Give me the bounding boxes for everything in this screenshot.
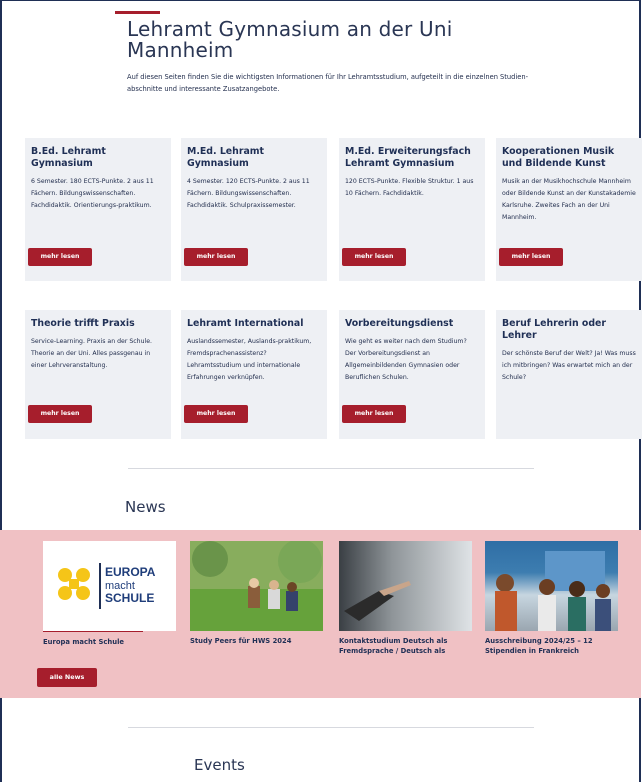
card-text: 6 Semester. 180 ECTS-Punkte. 2 aus 11 Fä… — [31, 178, 154, 209]
card-title: Theorie trifft Praxis — [31, 318, 135, 329]
news-caption[interactable]: Europa macht Schule — [43, 637, 176, 647]
news-item[interactable]: Kontaktstudium Deutsch als Fremdsprache … — [339, 541, 472, 656]
star-logo-icon — [58, 568, 90, 600]
card-kooperationen: Kooperationen Musik und Bildende Kunst M… — [496, 138, 642, 281]
card-text: Service-Learning. Praxis an der Schule. … — [31, 338, 153, 369]
news-item[interactable]: EUROPA macht SCHULE Europa macht Schule — [43, 541, 176, 647]
card-vorbereitungsdienst: Vorbereitungsdienst Wie geht es weiter n… — [339, 310, 485, 439]
card-title: M.Ed. Lehramt Gymnasium — [187, 146, 265, 169]
section-divider — [128, 468, 534, 469]
card-text: Der schönste Beruf der Welt? Ja! Was mus… — [502, 350, 636, 381]
all-news-button[interactable]: alle News — [37, 668, 97, 687]
news-item[interactable]: Ausschreibung 2024/25 – 12 Stipendien in… — [485, 541, 618, 656]
card-text: 4 Semester. 120 ECTS-Punkte. 2 aus 11 Fä… — [187, 178, 310, 209]
card-text: 120 ECTS-Punkte. Flexible Struktur. 1 au… — [345, 178, 474, 197]
ausschreibung-photo[interactable] — [485, 541, 618, 631]
svg-text:EUROPA: EUROPA — [105, 565, 156, 579]
card-med-lehramt: M.Ed. Lehramt Gymnasium 4 Semester. 120 … — [181, 138, 327, 281]
card-title: Beruf Lehrerin oder Lehrer — [502, 318, 607, 341]
card-title: Kooperationen Musik und Bildende Kunst — [502, 146, 615, 169]
card-med-erweiterungsfach: M.Ed. Erweiterungsfach Lehramt Gymnasium… — [339, 138, 485, 281]
card-title: Vorbereitungsdienst — [345, 318, 454, 329]
mehr-lesen-button[interactable]: mehr lesen — [184, 248, 248, 266]
news-heading: News — [125, 498, 166, 516]
section-divider — [128, 727, 534, 728]
card-lehramt-international: Lehramt International Auslandssemester, … — [181, 310, 327, 439]
news-caption[interactable]: Study Peers für HWS 2024 — [190, 636, 323, 646]
page-title: Lehramt Gymnasium an der Uni Mannheim — [127, 17, 453, 62]
events-heading: Events — [194, 756, 245, 774]
card-beruf-lehrer: Beruf Lehrerin oder Lehrer Der schönste … — [496, 310, 642, 439]
card-bed-lehramt: B.Ed. Lehramt Gymnasium 6 Semester. 180 … — [25, 138, 171, 281]
news-caption[interactable]: Kontaktstudium Deutsch als Fremdsprache … — [339, 636, 472, 656]
mehr-lesen-button[interactable]: mehr lesen — [342, 405, 406, 423]
title-accent-bar — [115, 11, 160, 14]
svg-text:SCHULE: SCHULE — [105, 591, 154, 605]
news-item[interactable]: Study Peers für HWS 2024 — [190, 541, 323, 646]
card-theorie-praxis: Theorie trifft Praxis Service-Learning. … — [25, 310, 171, 439]
card-title: M.Ed. Erweiterungsfach Lehramt Gymnasium — [345, 146, 471, 169]
mehr-lesen-button[interactable]: mehr lesen — [342, 248, 406, 266]
card-title: B.Ed. Lehramt Gymnasium — [31, 146, 106, 169]
study-peers-photo[interactable] — [190, 541, 323, 631]
card-text: Wie geht es weiter nach dem Studium? Der… — [345, 338, 467, 381]
mehr-lesen-button[interactable]: mehr lesen — [499, 248, 563, 266]
europa-macht-schule-logo[interactable]: EUROPA macht SCHULE — [43, 541, 176, 631]
card-text: Musik an der Musikhochschule Mannheim od… — [502, 178, 636, 221]
card-title: Lehramt International — [187, 318, 304, 329]
news-caption[interactable]: Ausschreibung 2024/25 – 12 Stipendien in… — [485, 636, 618, 656]
mehr-lesen-button[interactable]: mehr lesen — [28, 248, 92, 266]
page-intro: Auf diesen Seiten finden Sie die wichtig… — [127, 73, 529, 93]
card-text: Auslandssemester, Auslands-praktikum, Fr… — [187, 338, 312, 381]
mehr-lesen-button[interactable]: mehr lesen — [28, 405, 92, 423]
kontaktstudium-photo[interactable] — [339, 541, 472, 631]
mehr-lesen-button[interactable]: mehr lesen — [184, 405, 248, 423]
